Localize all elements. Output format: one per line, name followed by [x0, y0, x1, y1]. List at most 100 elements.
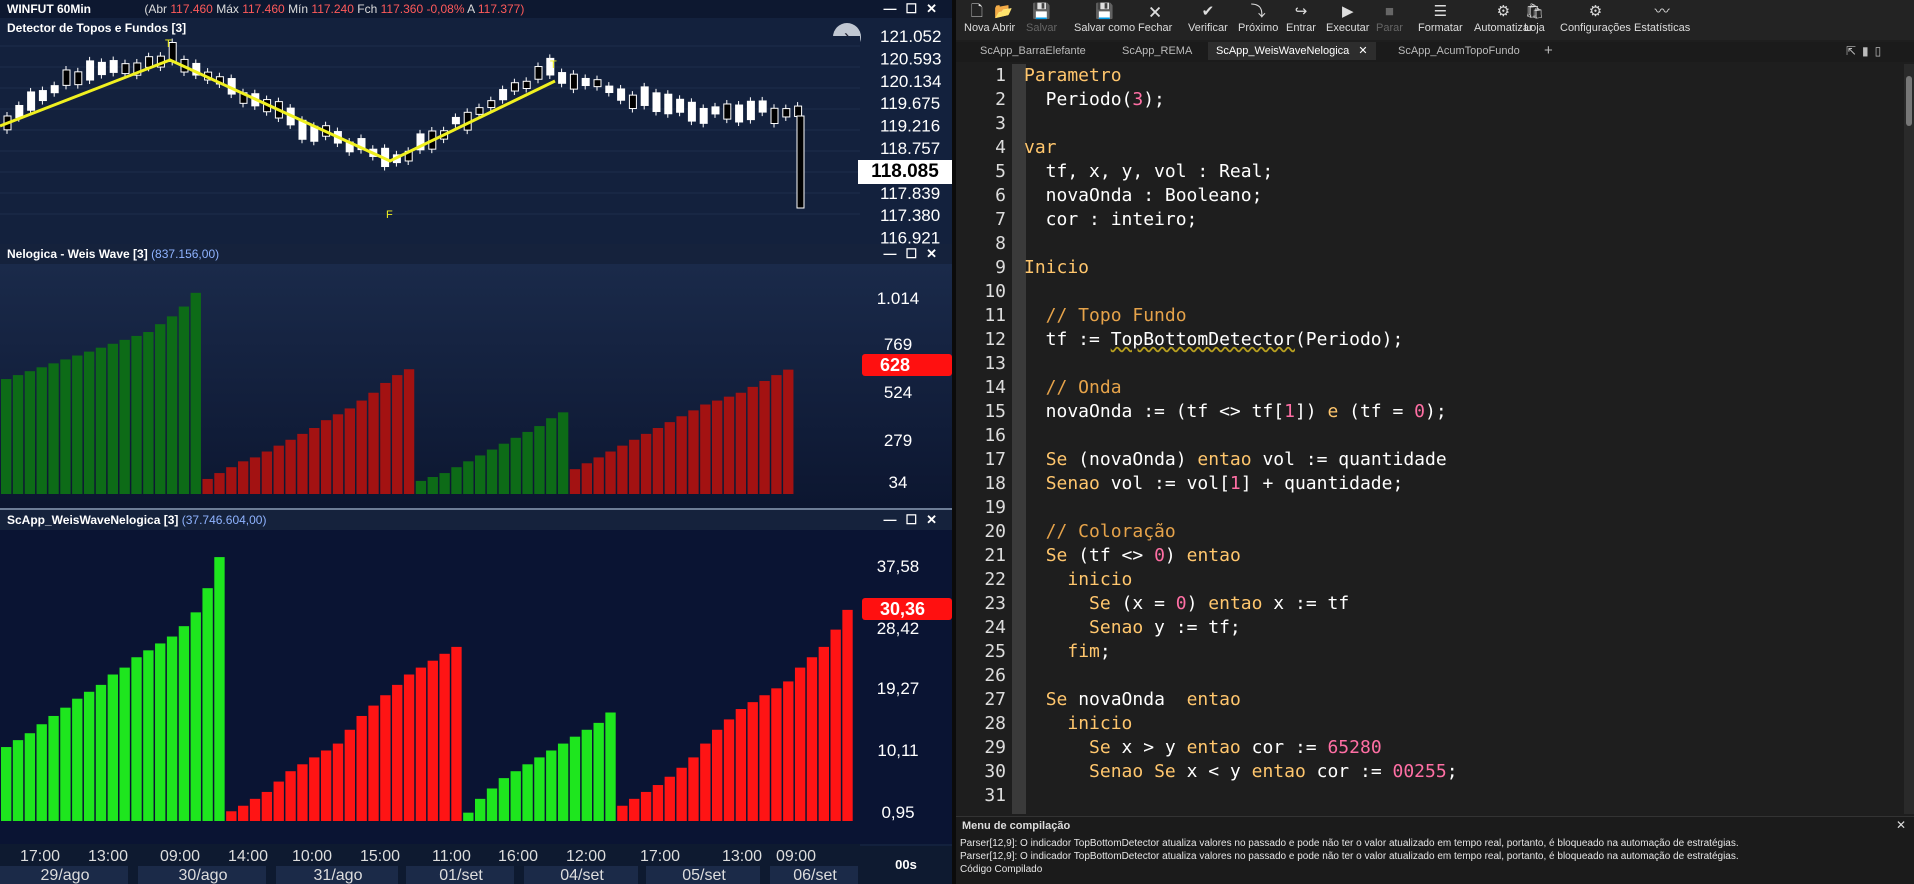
candle-body	[758, 100, 767, 113]
price-tick-label: 120.134	[880, 72, 941, 91]
code-line[interactable]: Senao Se x < y entao cor := 00255;	[1024, 760, 1904, 784]
volume-bar	[557, 412, 569, 494]
code-line[interactable]: // Onda	[1024, 376, 1904, 400]
toolbar-label: Salvar	[1026, 22, 1058, 34]
tab-scapp-rema[interactable]: ScApp_REMA	[1122, 42, 1192, 60]
code-line[interactable]	[1024, 280, 1904, 304]
weis-window-buttons[interactable]: —☐✕	[883, 244, 946, 264]
configurações-button[interactable]: ⚙ Configurações	[1560, 2, 1631, 38]
code-line[interactable]: inicio	[1024, 568, 1904, 592]
volume-bar	[95, 684, 107, 821]
scapp-window-buttons[interactable]: —☐✕	[883, 510, 946, 530]
code-line[interactable]	[1024, 232, 1904, 256]
price-tick-label: 119.216	[880, 117, 940, 136]
formatar-button[interactable]: ☰ Formatar	[1418, 2, 1463, 38]
code-line[interactable]: Se novaOnda entao	[1024, 688, 1904, 712]
candle-body	[62, 69, 71, 86]
code-text[interactable]: Parametro Periodo(3); var tf, x, y, vol …	[1024, 64, 1904, 808]
code-line[interactable]: Se (novaOnda) entao vol := quantidade	[1024, 448, 1904, 472]
code-line[interactable]: // Topo Fundo	[1024, 304, 1904, 328]
code-line[interactable]: Senao y := tf;	[1024, 616, 1904, 640]
top-marker: T	[165, 38, 172, 50]
close-tab-icon[interactable]: ✕	[1358, 45, 1367, 57]
code-line[interactable]: Inicio	[1024, 256, 1904, 280]
entrar-button[interactable]: ↪ Entrar	[1286, 2, 1316, 38]
candle-body	[522, 80, 531, 90]
code-line[interactable]	[1024, 664, 1904, 688]
loja-button[interactable]: 🛍 Loja	[1524, 2, 1545, 38]
volume-bar	[249, 798, 261, 821]
line-number: 8	[995, 233, 1006, 254]
code-line[interactable]: tf, x, y, vol : Real;	[1024, 160, 1904, 184]
code-line[interactable]: Se (x = 0) entao x := tf	[1024, 592, 1904, 616]
last-value-label: 30,36	[880, 599, 925, 619]
nova-button[interactable]: 🗋 Nova	[964, 2, 990, 38]
volume-bar	[522, 431, 533, 494]
volume-bar	[356, 400, 367, 494]
candle-body	[699, 107, 708, 124]
play-icon: ▶	[1341, 3, 1354, 20]
volume-bar	[273, 781, 284, 821]
code-line[interactable]: Parametro	[1024, 64, 1904, 88]
axis-tick-label: 10,11	[877, 741, 918, 760]
candle-body	[475, 107, 484, 115]
chart-area[interactable]: WINFUT 60Min (Abr 117.460 Máx 117.460 Mí…	[0, 0, 952, 884]
code-line[interactable]	[1024, 112, 1904, 136]
abrir-button[interactable]: 📂 Abrir	[992, 2, 1015, 38]
salvar-button[interactable]: 💾 Salvar	[1026, 2, 1057, 38]
layout-buttons[interactable]: ⇱▮▯	[1846, 42, 1887, 60]
fechar-button[interactable]: 🗙 Fechar	[1138, 2, 1172, 38]
price-window-buttons[interactable]: —☐✕	[883, 0, 946, 18]
code-line[interactable]: Se x > y entao cor := 65280	[1024, 736, 1904, 760]
price-chart[interactable]: T F T	[0, 36, 952, 246]
volume-bar	[226, 467, 237, 494]
weis-wave-chart[interactable]: 1.014 769 524 279 34 628	[0, 264, 952, 508]
code-line[interactable]: fim;	[1024, 640, 1904, 664]
code-line[interactable]: novaOnda := (tf <> tf[1]) e (tf = 0);	[1024, 400, 1904, 424]
hour-label: 10:00	[292, 848, 332, 865]
volume-bar	[143, 332, 154, 494]
time-axis: 17:00 13:00 09:00 14:00 10:00 15:00 11:00 16:00…	[0, 844, 860, 884]
code-line[interactable]	[1024, 424, 1904, 448]
axis-tick-label: 279	[884, 431, 912, 450]
volume-bar	[356, 715, 367, 821]
volume-bar	[688, 757, 699, 821]
estatísticas-button[interactable]: 〰 Estatísticas	[1634, 2, 1690, 38]
toolbar-label: Parar	[1376, 22, 1403, 34]
parar-button[interactable]: ■ Parar	[1376, 2, 1403, 38]
code-line[interactable]: Senao vol := vol[1] + quantidade;	[1024, 472, 1904, 496]
code-line[interactable]: cor : inteiro;	[1024, 208, 1904, 232]
volume-bar	[629, 798, 640, 821]
price-tick-label: 120.593	[880, 49, 941, 68]
code-line[interactable]	[1024, 352, 1904, 376]
salvar-como-button[interactable]: 💾 Salvar como	[1074, 2, 1135, 38]
tab-scapp-weiswavenelogica[interactable]: ScApp_WeisWaveNelogica ✕	[1208, 42, 1376, 60]
code-line[interactable]: var	[1024, 136, 1904, 160]
hour-label: 17:00	[20, 848, 60, 865]
code-line[interactable]: tf := TopBottomDetector(Periodo);	[1024, 328, 1904, 352]
pr-ximo-button[interactable]: ⤵ Próximo	[1238, 2, 1278, 38]
code-line[interactable]: inicio	[1024, 712, 1904, 736]
scapp-weis-chart[interactable]: 37,58 28,42 19,27 10,11 0,95 30,36	[0, 530, 952, 844]
volume-bar	[1, 747, 12, 821]
volume-bar	[640, 433, 652, 494]
volume-bar	[581, 463, 592, 494]
tab-scapp-acumtopofundo[interactable]: ScApp_AcumTopoFundo	[1398, 42, 1520, 60]
format-icon: ☰	[1433, 3, 1448, 20]
code-line[interactable]: Se (tf <> 0) entao	[1024, 544, 1904, 568]
line-number: 15	[984, 401, 1006, 422]
tab-scapp-barraelefante[interactable]: ScApp_BarraElefante	[980, 42, 1086, 60]
executar-button[interactable]: ▶ Executar	[1326, 2, 1369, 38]
code-line[interactable]: novaOnda : Booleano;	[1024, 184, 1904, 208]
code-line[interactable]: // Coloração	[1024, 520, 1904, 544]
volume-bar	[723, 396, 735, 494]
add-tab-icon[interactable]: +	[1544, 42, 1553, 60]
compile-close-icon[interactable]: ✕	[1896, 818, 1906, 832]
line-number: 4	[995, 137, 1006, 158]
code-line[interactable]: Periodo(3);	[1024, 88, 1904, 112]
code-line[interactable]	[1024, 784, 1904, 808]
code-line[interactable]	[1024, 496, 1904, 520]
verificar-button[interactable]: ✔ Verificar	[1188, 2, 1228, 38]
volume-bar	[273, 445, 284, 494]
editor-scrollbar[interactable]	[1904, 64, 1914, 814]
